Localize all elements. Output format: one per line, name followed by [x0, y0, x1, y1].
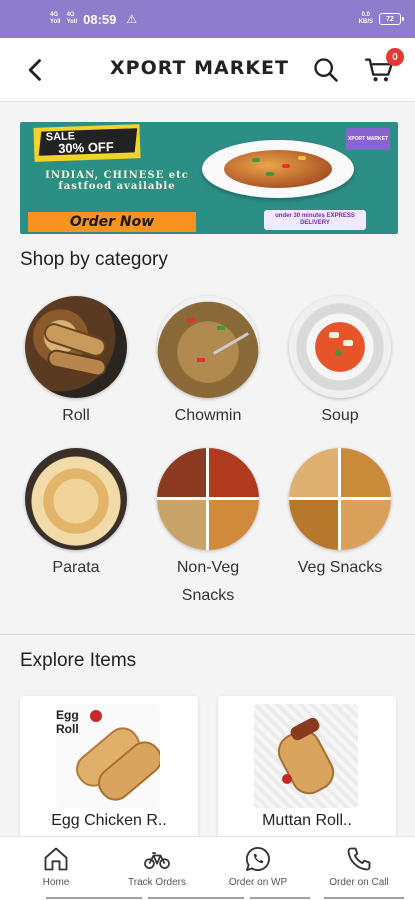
back-arrow-icon[interactable]	[22, 56, 50, 84]
category-label: Veg Snacks	[297, 559, 383, 576]
category-label: Parata	[52, 559, 100, 576]
section-title-categories: Shop by category	[20, 249, 168, 270]
item-card-egg-chicken-roll[interactable]: Egg Roll Egg Chicken R..	[20, 696, 198, 846]
category-non-veg-snacks[interactable]: Non-Veg Snacks	[153, 448, 263, 610]
nav-underline-track	[148, 897, 244, 899]
category-roll-image	[25, 296, 127, 398]
delivery-badge: under 30 minutes EXPRESS DELIVERY	[264, 210, 366, 230]
whatsapp-icon	[245, 846, 270, 872]
nav-order-on-call[interactable]: Order on Call	[309, 845, 409, 888]
category-veg-snacks-image	[289, 448, 391, 550]
category-label: Roll	[62, 407, 90, 424]
data-speed: 0.0 KB/S	[358, 12, 373, 25]
section-divider	[0, 634, 415, 635]
network-indicator-2: 4G Yoll	[66, 12, 78, 25]
item-name: Muttan Roll..	[262, 812, 352, 829]
noodle-plate-image	[202, 140, 354, 198]
category-soup-image	[289, 296, 391, 398]
nav-home[interactable]: Home	[6, 845, 106, 888]
cart-count-badge: 0	[386, 48, 404, 66]
promo-banner[interactable]: SALE 30% OFF INDIAN, CHINESE etc fastfoo…	[20, 122, 398, 234]
network-indicator-1: 4G Yoll	[50, 12, 61, 25]
nav-underline-wp	[250, 897, 310, 899]
item-card-muttan-roll[interactable]: Muttan Roll..	[218, 696, 396, 846]
nav-underline-call	[324, 897, 404, 899]
item-image-tag: Egg Roll	[56, 708, 79, 736]
status-time: 08:59	[83, 11, 117, 27]
category-soup[interactable]: Soup	[285, 296, 395, 430]
order-now-button[interactable]: Order Now	[28, 212, 196, 232]
category-label: Chowmin	[174, 407, 242, 424]
category-label: Soup	[321, 407, 359, 424]
app-title: XPORT MARKET	[110, 57, 289, 79]
category-veg-snacks[interactable]: Veg Snacks	[285, 448, 395, 582]
phone-icon	[347, 847, 371, 871]
nav-label: Order on Call	[329, 877, 389, 888]
nav-label: Order on WP	[228, 877, 288, 888]
category-chowmin[interactable]: Chowmin	[153, 296, 263, 430]
bottom-navigation: Home Track Orders Order on WP Order on C…	[0, 836, 415, 900]
nav-order-on-wp[interactable]: Order on WP	[208, 845, 308, 888]
category-chowmin-image	[157, 296, 259, 398]
category-parata[interactable]: Parata	[21, 448, 131, 582]
section-title-explore: Explore Items	[20, 650, 137, 671]
category-roll[interactable]: Roll	[21, 296, 131, 430]
status-bar: 4G Yoll 4G Yoll 08:59 ⚠ 0.0 KB/S 72	[0, 0, 415, 38]
item-image	[254, 704, 358, 808]
search-icon[interactable]	[312, 56, 340, 84]
nav-track-orders[interactable]: Track Orders	[107, 845, 207, 888]
bicycle-icon	[144, 852, 170, 869]
nav-underline-home	[46, 897, 142, 899]
category-non-veg-snacks-image	[157, 448, 259, 550]
app-bar: XPORT MARKET 0	[0, 38, 415, 102]
item-image: Egg Roll	[56, 704, 160, 808]
nav-label: Home	[42, 877, 70, 888]
home-icon	[44, 847, 68, 871]
status-right: 0.0 KB/S 72	[358, 12, 404, 26]
brand-tag: XPORT MARKET	[346, 128, 390, 150]
battery-icon: 72	[379, 13, 404, 25]
item-name: Egg Chicken R..	[51, 812, 167, 829]
category-label: Non-Veg Snacks	[176, 559, 240, 604]
sale-badge: SALE 30% OFF	[33, 124, 141, 162]
nav-label: Track Orders	[128, 877, 186, 888]
category-parata-image	[25, 448, 127, 550]
banner-text: INDIAN, CHINESE etc fastfood available	[45, 170, 189, 192]
warning-icon: ⚠	[126, 12, 138, 26]
